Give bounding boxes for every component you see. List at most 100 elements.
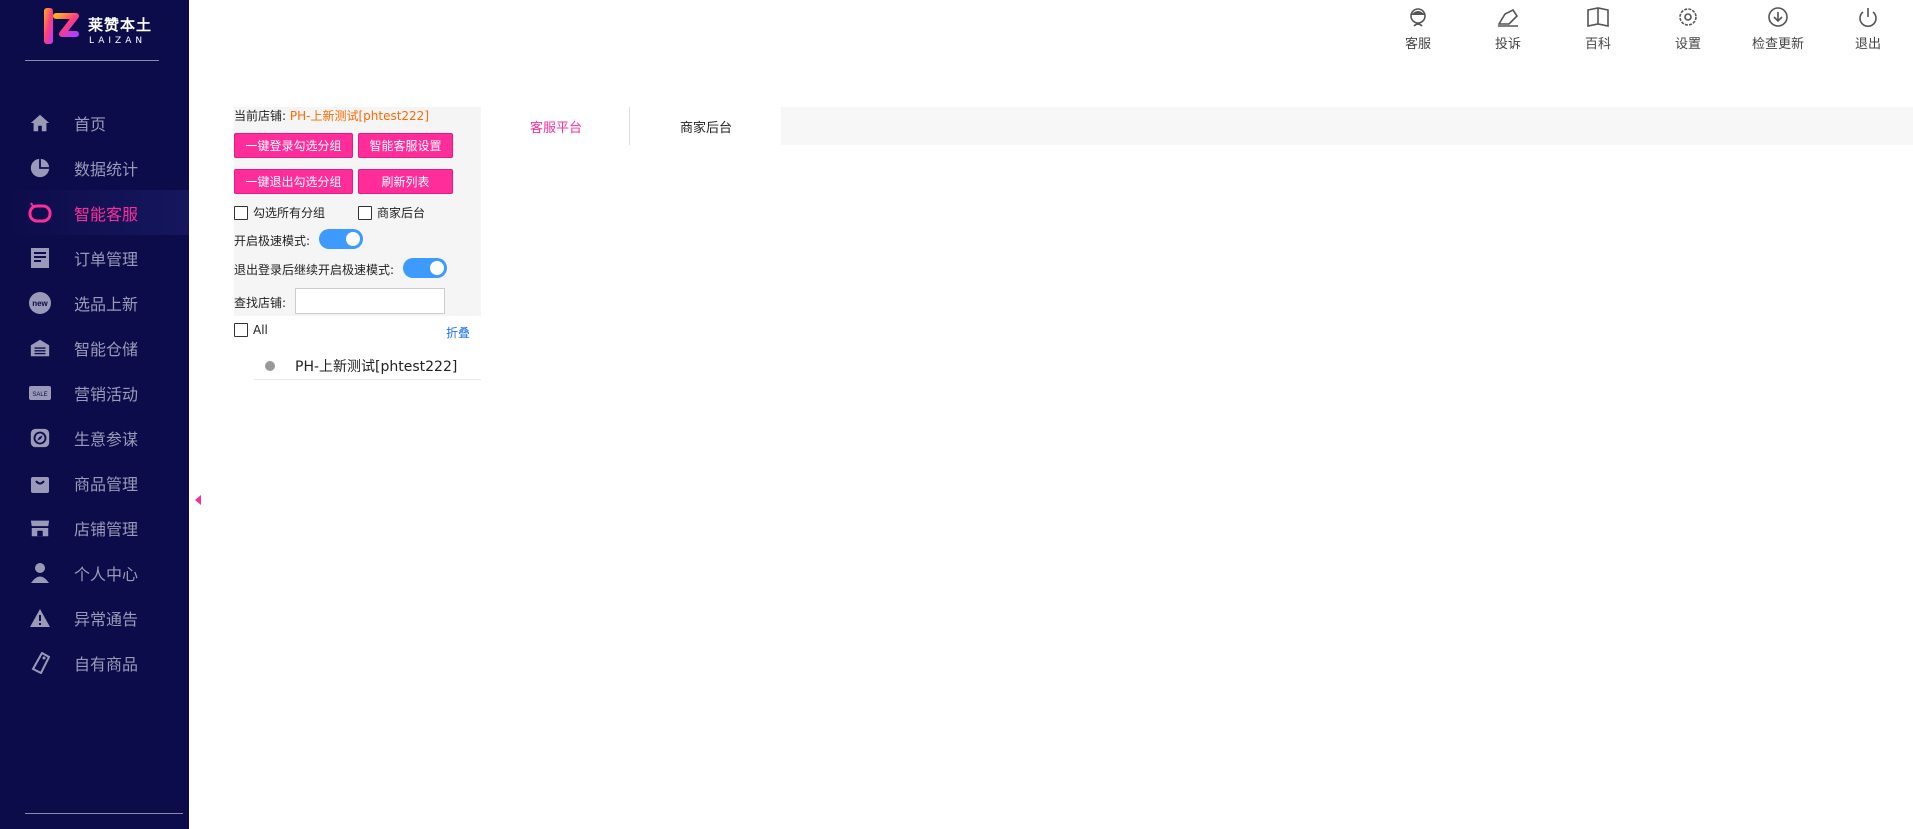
top-logout-button[interactable]: 退出 (1823, 0, 1913, 56)
top-complaint-button[interactable]: 投诉 (1463, 0, 1553, 56)
sidebar-item-new-products[interactable]: new 选品上新 (0, 280, 189, 325)
sidebar-item-label: 商品管理 (74, 474, 139, 494)
sidebar-item-label: 营销活动 (74, 384, 139, 404)
sidebar-collapse-arrow-icon[interactable] (195, 495, 201, 505)
merchant-backend-checkbox[interactable]: 商家后台 (358, 204, 425, 221)
customer-service-icon (28, 201, 52, 225)
sidebar-item-label: 店铺管理 (74, 519, 139, 539)
tab-merchant-backend[interactable]: 商家后台 (631, 107, 781, 145)
platform-tab-bar: 客服平台 商家后台 (481, 107, 1913, 145)
warning-icon (28, 606, 52, 630)
sidebar-item-alerts[interactable]: 异常通告 (0, 595, 189, 640)
tab-cs-platform[interactable]: 客服平台 (481, 107, 631, 145)
fast-mode-toggle[interactable] (319, 229, 363, 249)
sidebar-item-label: 异常通告 (74, 609, 139, 629)
tab-group: 客服平台 商家后台 (481, 107, 781, 145)
top-agent-label: 客服 (1404, 37, 1431, 52)
price-tag-icon (28, 651, 52, 675)
logout-selected-groups-button[interactable]: 一键退出勾选分组 (234, 169, 353, 194)
top-wiki-button[interactable]: 百科 (1553, 0, 1643, 56)
top-check-update-button[interactable]: 检查更新 (1733, 0, 1823, 56)
sidebar-item-profile[interactable]: 个人中心 (0, 550, 189, 595)
sale-tag-icon: SALE (28, 381, 52, 405)
svg-text:SALE: SALE (32, 392, 47, 398)
top-toolbar: 客服 投诉 百科 设置 检查更新 退出 (1373, 0, 1913, 56)
checkbox-box (234, 205, 248, 220)
smart-cs-settings-button[interactable]: 智能客服设置 (358, 133, 453, 158)
sidebar-item-statistics[interactable]: 数据统计 (0, 145, 189, 190)
sidebar-item-products[interactable]: 商品管理 (0, 460, 189, 505)
power-icon (1859, 8, 1877, 27)
toggle-knob (346, 232, 360, 246)
sidebar-nav: 首页 数据统计 智能客服 订单管理 new 选品上新 智能仓储 SALE 营销活… (0, 100, 189, 685)
sidebar-item-marketing[interactable]: SALE 营销活动 (0, 370, 189, 415)
compass-icon (28, 426, 52, 450)
search-store-label: 查找店铺: (234, 296, 287, 310)
laizan-logo-icon (44, 8, 79, 45)
current-store-row: 当前店铺: PH-上新测试[phtest222] (234, 107, 429, 124)
sidebar-item-label: 生意参谋 (74, 429, 139, 449)
top-settings-button[interactable]: 设置 (1643, 0, 1733, 56)
current-store-value: PH-上新测试[phtest222] (289, 109, 430, 123)
top-logout-label: 退出 (1854, 37, 1881, 52)
gear-icon (1679, 8, 1697, 26)
sidebar: 莱赞本土 LAIZAN 首页 数据统计 智能客服 订单管理 new 选品上新 智… (0, 0, 189, 829)
login-selected-groups-button[interactable]: 一键登录勾选分组 (234, 133, 353, 158)
sidebar-item-label: 首页 (74, 114, 107, 134)
sidebar-item-warehouse[interactable]: 智能仓储 (0, 325, 189, 370)
top-check-update-label: 检查更新 (1751, 37, 1804, 52)
sidebar-item-label: 智能客服 (74, 204, 139, 224)
store-control-panel: 当前店铺: PH-上新测试[phtest222] 一键登录勾选分组 智能客服设置… (234, 107, 481, 316)
status-dot-icon (265, 360, 275, 371)
fast-after-logout-label: 退出登录后继续开启极速模式: (234, 263, 395, 277)
sidebar-item-label: 智能仓储 (74, 339, 139, 359)
checkbox-box (358, 205, 372, 220)
tree-store-item[interactable]: PH-上新测试[phtest222] (254, 352, 481, 380)
top-wiki-label: 百科 (1584, 37, 1611, 52)
checkbox-box (234, 323, 248, 337)
tree-store-label: PH-上新测试[phtest222] (295, 358, 458, 375)
sidebar-item-business-advisor[interactable]: 生意参谋 (0, 415, 189, 460)
sidebar-item-home[interactable]: 首页 (0, 100, 189, 145)
fast-after-logout-toggle[interactable] (403, 258, 447, 278)
logo-divider (25, 60, 159, 61)
toggle-knob (430, 261, 444, 275)
sidebar-bottom-divider (25, 813, 183, 814)
sidebar-item-label: 选品上新 (74, 294, 139, 314)
brand-name-cn: 莱赞本土 (88, 16, 153, 34)
user-icon (28, 561, 52, 585)
tree-all-checkbox[interactable]: All (234, 323, 268, 337)
sidebar-item-smart-cs[interactable]: 智能客服 (0, 190, 189, 235)
pie-chart-icon (28, 156, 52, 180)
agent-icon (1410, 8, 1426, 27)
warehouse-icon (28, 336, 52, 360)
sidebar-item-label: 个人中心 (74, 564, 139, 584)
checkbox-label: 商家后台 (377, 206, 426, 220)
sidebar-item-own-products[interactable]: 自有商品 (0, 640, 189, 685)
new-badge-icon: new (28, 291, 52, 315)
top-settings-label: 设置 (1674, 37, 1701, 52)
sidebar-item-stores[interactable]: 店铺管理 (0, 505, 189, 550)
tab-divider (629, 107, 630, 145)
svg-text:new: new (32, 299, 48, 308)
sidebar-item-label: 订单管理 (74, 249, 139, 269)
shopping-bag-icon (28, 471, 52, 495)
top-agent-button[interactable]: 客服 (1373, 0, 1463, 56)
fast-mode-label: 开启极速模式: (234, 234, 311, 248)
current-store-label: 当前店铺: (234, 109, 287, 123)
sidebar-item-label: 数据统计 (74, 159, 139, 179)
brand-logo: 莱赞本土 LAIZAN (42, 6, 162, 52)
sidebar-item-orders[interactable]: 订单管理 (0, 235, 189, 280)
complaint-icon (1497, 8, 1519, 27)
search-store-input[interactable] (295, 288, 445, 314)
tree-all-label: All (253, 323, 268, 337)
download-icon (1768, 7, 1788, 27)
book-icon (1587, 7, 1609, 27)
fold-tree-link[interactable]: 折叠 (446, 324, 470, 341)
store-icon (28, 516, 52, 540)
refresh-list-button[interactable]: 刷新列表 (358, 169, 453, 194)
select-all-groups-checkbox[interactable]: 勾选所有分组 (234, 204, 325, 221)
order-icon (28, 246, 52, 270)
top-complaint-label: 投诉 (1494, 37, 1521, 52)
checkbox-label: 勾选所有分组 (253, 206, 326, 220)
